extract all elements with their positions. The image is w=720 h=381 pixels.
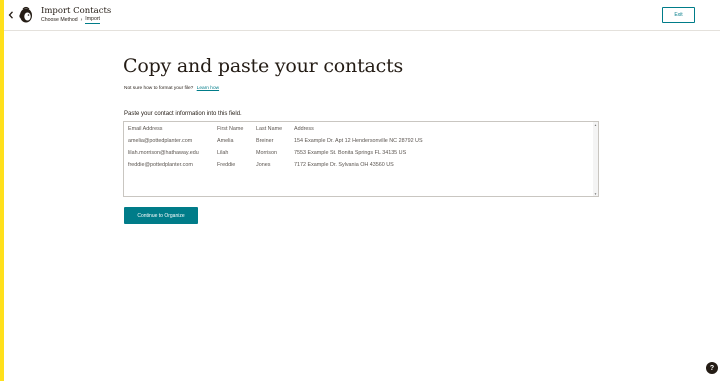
chevron-right-icon: › (80, 17, 83, 23)
paste-cell: Jones (256, 162, 271, 168)
page-header-title: Import Contacts (41, 6, 112, 16)
paste-cell: Address (294, 126, 314, 132)
page-title: Copy and paste your contacts (123, 55, 404, 77)
paste-cell: Lilah (217, 150, 229, 156)
exit-button[interactable]: Exit (662, 7, 695, 23)
paste-cell: Breiner (256, 138, 274, 144)
learn-how-link[interactable]: Learn how (197, 86, 219, 91)
paste-cell: Morrison (256, 150, 277, 156)
back-button[interactable] (6, 8, 16, 22)
paste-cell: 7172 Example Dr. Sylvania OH 43560 US (294, 162, 394, 168)
paste-cell: freddie@pottedplanter.com (128, 162, 193, 168)
paste-cell: Amelia (217, 138, 234, 144)
chevron-left-icon (8, 11, 13, 19)
breadcrumb-step-choose-method[interactable]: Choose Method (41, 17, 78, 23)
accent-bar (0, 0, 4, 381)
paste-field-label: Paste your contact information into this… (124, 111, 242, 117)
paste-cell: lilah.morrison@hathaway.edu (128, 150, 199, 156)
format-help-question: Not sure how to format your file? (124, 86, 194, 91)
paste-textarea[interactable]: Email Address First Name Last Name Addre… (123, 121, 599, 197)
format-help-text: Not sure how to format your file? Learn … (124, 86, 219, 91)
paste-cell: Email Address (128, 126, 163, 132)
paste-cell: First Name (217, 126, 244, 132)
scroll-down-arrow-icon[interactable]: ▼ (593, 191, 598, 196)
paste-cell: 154 Example Dr. Apt 12 Hendersonville NC… (294, 138, 423, 144)
help-icon[interactable]: ? (706, 362, 718, 374)
paste-cell: Last Name (256, 126, 283, 132)
top-header: Import Contacts Choose Method › Import E… (4, 0, 720, 31)
breadcrumb-step-import: Import (85, 16, 100, 24)
paste-cell: 7553 Example St. Bonita Springs FL 34135… (294, 150, 407, 156)
breadcrumb: Choose Method › Import (41, 16, 100, 24)
continue-to-organize-button[interactable]: Continue to Organize (124, 207, 198, 224)
textarea-scrollbar[interactable]: ▲ ▼ (593, 122, 598, 196)
paste-cell: Freddie (217, 162, 236, 168)
mailchimp-logo-icon[interactable] (18, 6, 35, 24)
paste-cell: amelia@pottedplanter.com (128, 138, 193, 144)
scroll-up-arrow-icon[interactable]: ▲ (593, 122, 598, 127)
